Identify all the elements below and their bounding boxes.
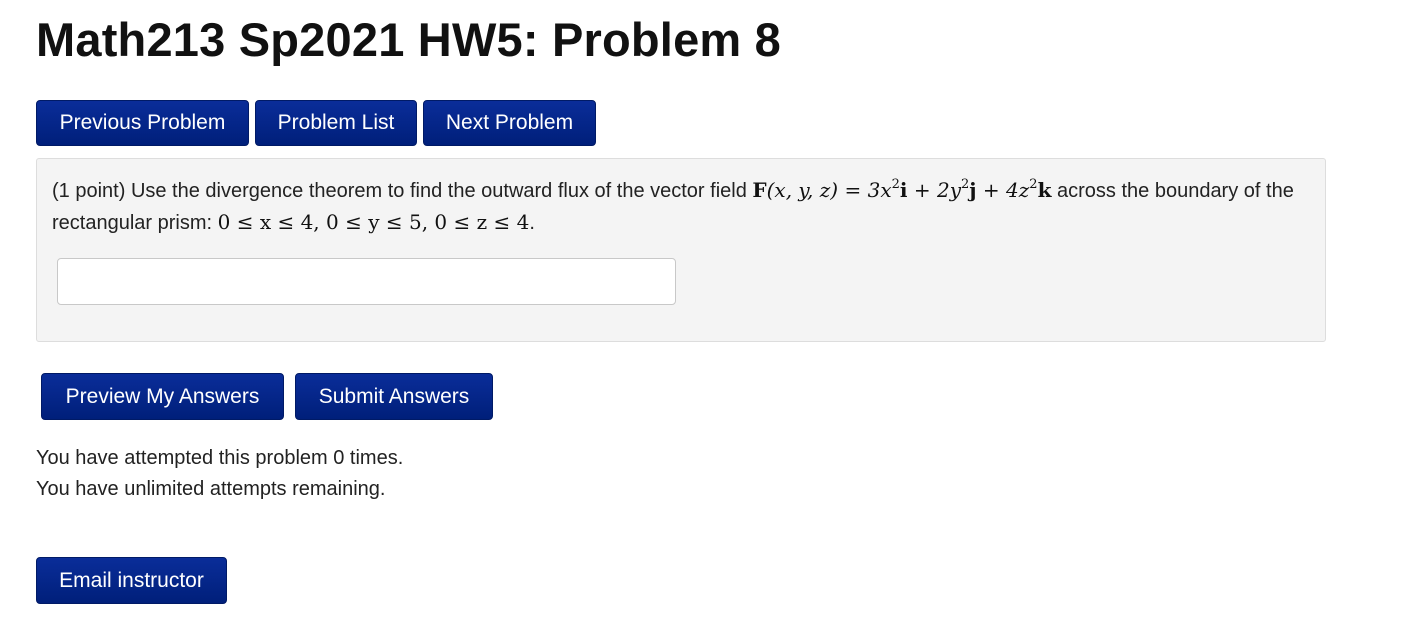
preview-answers-button[interactable]: Preview My Answers (41, 373, 284, 420)
answer-input[interactable] (57, 258, 676, 305)
field-i-coef: 3x (867, 178, 892, 202)
problem-text-after: . (529, 212, 535, 234)
field-i-exp: 2 (891, 177, 900, 192)
next-problem-button[interactable]: Next Problem (423, 100, 596, 146)
previous-problem-button[interactable]: Previous Problem (36, 100, 249, 146)
problem-panel: (1 point) Use the divergence theorem to … (36, 158, 1326, 342)
field-name: F (752, 178, 767, 202)
vector-field-expression: F(x, y, z) = 3x2i + 2y2j + 4z2k (752, 177, 1052, 202)
field-args: (x, y, z) (766, 178, 839, 202)
prism-bounds: 0 ≤ x ≤ 4, 0 ≤ y ≤ 5, 0 ≤ z ≤ 4 (217, 210, 530, 234)
page-title: Math213 Sp2021 HW5: Problem 8 (36, 13, 781, 66)
email-instructor-button[interactable]: Email instructor (36, 557, 227, 604)
problem-text-before: Use the divergence theorem to find the o… (130, 180, 747, 202)
problem-list-button[interactable]: Problem List (255, 100, 417, 146)
problem-points: (1 point) (52, 180, 126, 202)
attempts-remaining-text: You have unlimited attempts remaining. (36, 478, 386, 500)
attempts-count-text: You have attempted this problem 0 times. (36, 447, 404, 469)
submit-answers-button[interactable]: Submit Answers (295, 373, 493, 420)
attempts-status: You have attempted this problem 0 times.… (36, 443, 403, 505)
problem-statement: (1 point) Use the divergence theorem to … (52, 175, 1302, 239)
field-j-coef: 2y (936, 178, 962, 202)
field-k-exp: 2 (1029, 177, 1038, 192)
field-k-coef: 4z (1006, 178, 1030, 202)
